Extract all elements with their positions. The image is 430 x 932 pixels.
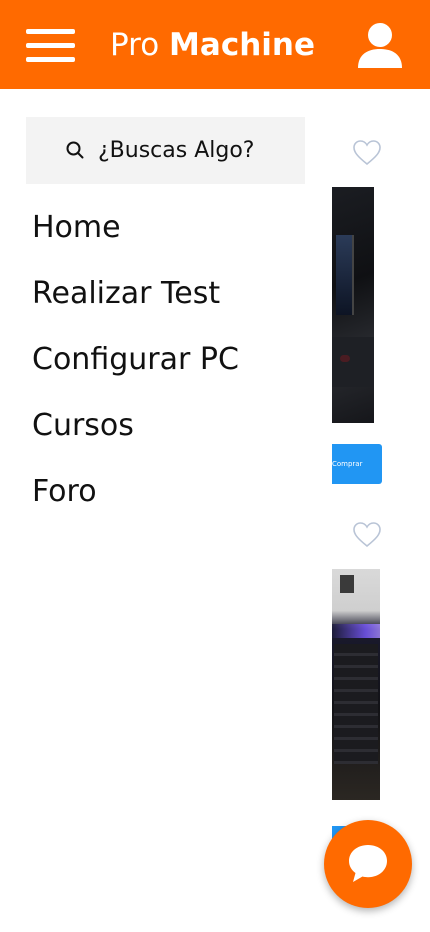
logo-text-bold: Machine xyxy=(169,27,315,63)
product-image[interactable] xyxy=(332,569,380,800)
buy-button[interactable]: Comprar xyxy=(332,444,382,484)
chat-bubble-icon xyxy=(349,845,387,882)
nav-item-cursos[interactable]: Cursos xyxy=(32,404,134,448)
nav-item-realizar-test[interactable]: Realizar Test xyxy=(32,272,220,316)
app-header: Pro Machine xyxy=(0,0,430,89)
nav-item-configurar-pc[interactable]: Configurar PC xyxy=(32,338,239,382)
search-placeholder: ¿Buscas Algo? xyxy=(98,138,255,163)
navigation-drawer: ¿Buscas Algo? Home Realizar Test Configu… xyxy=(0,89,332,932)
nav-item-home[interactable]: Home xyxy=(32,206,121,250)
hamburger-menu-icon[interactable] xyxy=(26,29,75,63)
app-logo[interactable]: Pro Machine xyxy=(110,24,315,66)
buy-button-label: Comprar xyxy=(332,460,363,468)
favorite-heart-icon[interactable] xyxy=(353,140,383,166)
user-icon[interactable] xyxy=(355,22,405,70)
favorite-heart-icon[interactable] xyxy=(353,522,383,548)
nav-item-foro[interactable]: Foro xyxy=(32,470,97,514)
search-input[interactable]: ¿Buscas Algo? xyxy=(26,117,305,184)
logo-text-light: Pro xyxy=(110,27,160,63)
chat-button[interactable] xyxy=(324,820,412,908)
product-image[interactable] xyxy=(332,187,374,423)
search-icon xyxy=(66,141,84,159)
